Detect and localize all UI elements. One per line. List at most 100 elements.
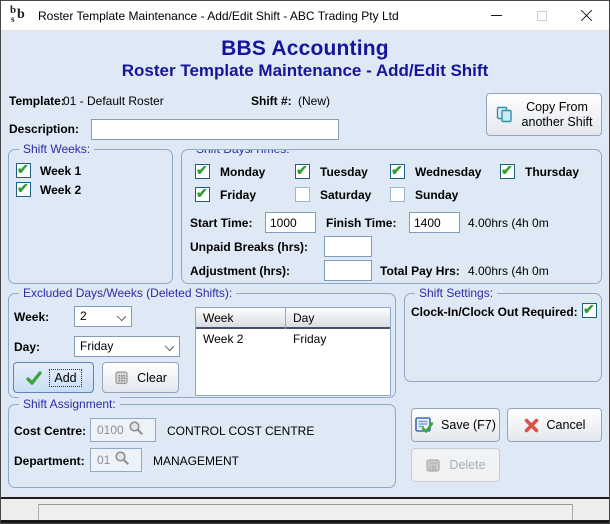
cost-centre-lookup[interactable]: 0100 <box>90 418 156 442</box>
template-label: Template: <box>9 94 65 108</box>
minimize-icon <box>491 15 502 16</box>
cancel-x-icon <box>524 418 539 433</box>
shift-number-label: Shift #: <box>251 94 292 108</box>
shift-weeks-group: Shift Weeks: Week 1 Week 2 <box>8 149 173 284</box>
screen-title-heading: Roster Template Maintenance - Add/Edit S… <box>1 61 609 81</box>
friday-label: Friday <box>220 188 256 202</box>
week1-label: Week 1 <box>40 164 81 178</box>
monday-label: Monday <box>220 165 265 179</box>
excluded-shifts-table[interactable]: Week Day Week 2 Friday <box>195 307 391 396</box>
description-label: Description: <box>9 122 79 136</box>
unpaid-breaks-input[interactable] <box>324 236 372 257</box>
add-button-label: Add <box>50 370 80 386</box>
table-header-row: Week Day <box>196 308 390 329</box>
delete-icon <box>425 457 441 473</box>
shift-settings-group: Shift Settings: Clock-In/Clock Out Requi… <box>404 293 602 382</box>
unpaid-breaks-label: Unpaid Breaks (hrs): <box>190 240 308 254</box>
close-button[interactable] <box>564 1 609 30</box>
cancel-button[interactable]: Cancel <box>507 408 602 442</box>
start-time-label: Start Time: <box>190 216 252 230</box>
week1-checkbox[interactable] <box>16 163 31 178</box>
clock-in-out-label: Clock-In/Clock Out Required: <box>411 305 578 319</box>
bottom-edge <box>1 520 609 523</box>
shift-settings-title: Shift Settings: <box>415 286 497 300</box>
department-lookup[interactable]: 01 <box>90 448 142 472</box>
thursday-checkbox[interactable] <box>500 164 515 179</box>
template-value: 01 - Default Roster <box>63 94 164 108</box>
friday-checkbox[interactable] <box>195 187 210 202</box>
cost-centre-name: CONTROL COST CENTRE <box>167 424 314 438</box>
app-icon: b b s <box>10 7 30 25</box>
description-input[interactable] <box>91 119 339 140</box>
shift-duration-text: 4.00hrs (4h 0m <box>468 216 549 230</box>
window-title: Roster Template Maintenance - Add/Edit S… <box>38 9 399 23</box>
dialog-window: b b s Roster Template Maintenance - Add/… <box>0 0 610 524</box>
adjustment-input[interactable] <box>324 260 372 281</box>
copy-icon <box>496 106 513 123</box>
shift-days-times-group: Shift Days/Times: Monday Tuesday Wednesd… <box>181 149 602 284</box>
day-select-label: Day: <box>14 340 40 354</box>
maximize-button <box>519 1 564 30</box>
app-name-heading: BBS Accounting <box>1 37 609 61</box>
day-select[interactable]: Friday <box>74 336 180 357</box>
department-code: 01 <box>97 453 110 467</box>
sunday-label: Sunday <box>415 188 458 202</box>
cost-centre-label: Cost Centre: <box>14 424 86 438</box>
cancel-button-label: Cancel <box>547 418 586 432</box>
cost-centre-code: 0100 <box>97 423 124 437</box>
adjustment-label: Adjustment (hrs): <box>190 264 290 278</box>
status-panel <box>38 504 573 521</box>
monday-checkbox[interactable] <box>195 164 210 179</box>
delete-button: Delete <box>411 448 500 482</box>
week2-checkbox[interactable] <box>16 182 31 197</box>
chevron-down-icon <box>165 342 174 351</box>
eraser-icon <box>114 370 129 385</box>
copy-from-another-shift-button[interactable]: Copy From another Shift <box>486 93 602 136</box>
department-name: MANAGEMENT <box>153 454 239 468</box>
total-pay-hrs-value: 4.00hrs (4h 0m <box>468 264 549 278</box>
clock-in-out-checkbox[interactable] <box>582 303 597 318</box>
save-button[interactable]: Save (F7) <box>411 408 500 442</box>
clear-button[interactable]: Clear <box>102 362 179 393</box>
start-time-input[interactable] <box>265 212 316 233</box>
title-bar: b b s Roster Template Maintenance - Add/… <box>1 1 609 31</box>
thursday-label: Thursday <box>525 165 579 179</box>
wednesday-label: Wednesday <box>415 165 481 179</box>
caption-buttons <box>474 1 609 30</box>
excluded-days-weeks-group: Excluded Days/Weeks (Deleted Shifts): We… <box>8 293 396 398</box>
excluded-days-weeks-title: Excluded Days/Weeks (Deleted Shifts): <box>19 286 236 300</box>
finish-time-input[interactable] <box>409 212 460 233</box>
week-select[interactable]: 2 <box>74 306 132 327</box>
chevron-down-icon <box>117 312 126 321</box>
shift-days-times-title: Shift Days/Times: <box>192 149 294 156</box>
copy-button-label: Copy From another Shift <box>522 100 593 130</box>
close-icon <box>580 9 593 22</box>
shift-number-value: (New) <box>298 94 330 108</box>
shift-assignment-title: Shift Assignment: <box>19 397 120 411</box>
wednesday-checkbox[interactable] <box>390 164 405 179</box>
table-row[interactable]: Week 2 Friday <box>196 329 390 350</box>
delete-button-label: Delete <box>449 458 485 472</box>
save-button-label: Save (F7) <box>441 418 496 432</box>
minimize-button[interactable] <box>474 1 519 30</box>
finish-time-label: Finish Time: <box>326 216 396 230</box>
table-header-week: Week <box>196 308 286 329</box>
table-cell-day: Friday <box>286 329 390 350</box>
add-button[interactable]: Add <box>13 362 94 393</box>
saturday-checkbox[interactable] <box>295 187 310 202</box>
department-label: Department: <box>14 454 85 468</box>
saturday-label: Saturday <box>320 188 371 202</box>
table-cell-week: Week 2 <box>196 329 286 350</box>
table-header-day: Day <box>286 308 390 329</box>
magnifier-icon[interactable] <box>128 420 144 441</box>
magnifier-icon[interactable] <box>114 450 130 471</box>
shift-assignment-group: Shift Assignment: Cost Centre: 0100 CONT… <box>8 404 396 488</box>
total-pay-hrs-label: Total Pay Hrs: <box>380 264 460 278</box>
save-icon <box>415 417 433 434</box>
tuesday-label: Tuesday <box>320 165 368 179</box>
tuesday-checkbox[interactable] <box>295 164 310 179</box>
shift-weeks-title: Shift Weeks: <box>19 142 94 156</box>
sunday-checkbox[interactable] <box>390 187 405 202</box>
status-bar <box>1 497 609 523</box>
dialog-body: BBS Accounting Roster Template Maintenan… <box>1 31 609 499</box>
